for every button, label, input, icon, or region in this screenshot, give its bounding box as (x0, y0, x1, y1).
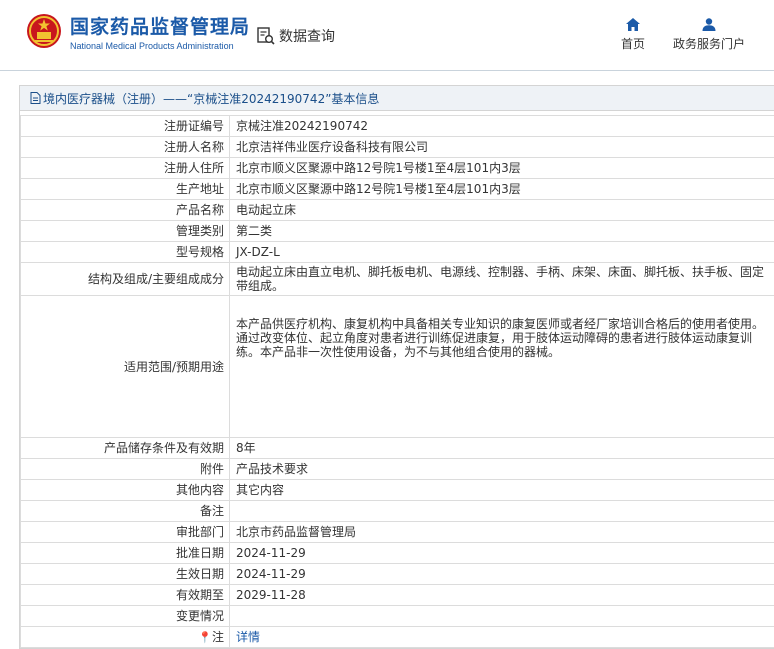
breadcrumb-text: 境内医疗器械（注册）——“京械注准20242190742”基本信息 (43, 90, 379, 107)
row-value: 北京洁祥伟业医疗设备科技有限公司 (230, 137, 774, 158)
table-row: 注册人名称北京洁祥伟业医疗设备科技有限公司 (21, 137, 774, 158)
brand[interactable]: 国家药品监督管理局 National Medical Products Admi… (70, 16, 250, 51)
brand-name-en: National Medical Products Administration (70, 41, 250, 51)
table-row: 生效日期2024-11-29 (21, 564, 774, 585)
row-label: 适用范围/预期用途 (21, 296, 230, 438)
data-query-link[interactable]: 数据查询 (257, 26, 335, 46)
note-label-cell: 📍注 (21, 627, 230, 648)
document-icon (30, 92, 41, 104)
table-row: 变更情况 (21, 606, 774, 627)
note-value-cell: 详情 (230, 627, 774, 648)
table-row: 注册人住所北京市顺义区聚源中路12号院1号楼1至4层101内3层 (21, 158, 774, 179)
row-value: 8年 (230, 438, 774, 459)
pin-icon: 📍 (198, 631, 212, 644)
table-row: 型号规格JX-DZ-L (21, 242, 774, 263)
table-row: 审批部门北京市药品监督管理局 (21, 522, 774, 543)
site-header: 国家药品监督管理局 National Medical Products Admi… (0, 0, 774, 71)
row-label: 型号规格 (21, 242, 230, 263)
row-value: 第二类 (230, 221, 774, 242)
table-row: 📍注 详情 (21, 627, 774, 648)
brand-name-cn: 国家药品监督管理局 (70, 16, 250, 38)
row-label: 产品名称 (21, 200, 230, 221)
table-row: 结构及组成/主要组成成分电动起立床由直立电机、脚托板电机、电源线、控制器、手柄、… (21, 263, 774, 296)
breadcrumb: 境内医疗器械（注册）——“京械注准20242190742”基本信息 (20, 86, 774, 111)
table-row: 产品名称电动起立床 (21, 200, 774, 221)
row-value (230, 501, 774, 522)
row-value: 北京市顺义区聚源中路12号院1号楼1至4层101内3层 (230, 158, 774, 179)
table-row: 有效期至2029-11-28 (21, 585, 774, 606)
details-link[interactable]: 详情 (236, 630, 260, 644)
row-label: 产品储存条件及有效期 (21, 438, 230, 459)
row-value: 电动起立床 (230, 200, 774, 221)
row-label: 批准日期 (21, 543, 230, 564)
row-value: 北京市顺义区聚源中路12号院1号楼1至4层101内3层 (230, 179, 774, 200)
row-value: 本产品供医疗机构、康复机构中具备相关专业知识的康复医师或者经厂家培训合格后的使用… (230, 296, 774, 438)
row-label: 生产地址 (21, 179, 230, 200)
national-emblem-icon (26, 13, 62, 49)
table-row: 附件产品技术要求 (21, 459, 774, 480)
table-row: 生产地址北京市顺义区聚源中路12号院1号楼1至4层101内3层 (21, 179, 774, 200)
row-value: 北京市药品监督管理局 (230, 522, 774, 543)
row-value: 产品技术要求 (230, 459, 774, 480)
table-row: 其他内容其它内容 (21, 480, 774, 501)
row-label: 变更情况 (21, 606, 230, 627)
search-document-icon (257, 27, 275, 45)
table-row: 注册证编号京械注准20242190742 (21, 116, 774, 137)
row-value: JX-DZ-L (230, 242, 774, 263)
table-row: 产品储存条件及有效期8年 (21, 438, 774, 459)
row-value: 其它内容 (230, 480, 774, 501)
row-label: 注册证编号 (21, 116, 230, 137)
row-label: 有效期至 (21, 585, 230, 606)
nav-home[interactable]: 首页 (620, 18, 646, 52)
row-label: 审批部门 (21, 522, 230, 543)
table-row: 备注 (21, 501, 774, 522)
row-label: 注册人住所 (21, 158, 230, 179)
row-label: 附件 (21, 459, 230, 480)
table-row: 管理类别第二类 (21, 221, 774, 242)
row-value: 电动起立床由直立电机、脚托板电机、电源线、控制器、手柄、床架、床面、脚托板、扶手… (230, 263, 774, 296)
table-row: 适用范围/预期用途本产品供医疗机构、康复机构中具备相关专业知识的康复医师或者经厂… (21, 296, 774, 438)
row-label: 注册人名称 (21, 137, 230, 158)
row-label: 其他内容 (21, 480, 230, 501)
row-label: 备注 (21, 501, 230, 522)
info-table: 注册证编号京械注准20242190742 注册人名称北京洁祥伟业医疗设备科技有限… (20, 115, 774, 648)
row-label: 管理类别 (21, 221, 230, 242)
nav-service-portal[interactable]: 政务服务门户 (672, 18, 746, 52)
row-value: 京械注准20242190742 (230, 116, 774, 137)
row-value: 2029-11-28 (230, 585, 774, 606)
nav-service-label: 政务服务门户 (673, 37, 745, 51)
row-value: 2024-11-29 (230, 564, 774, 585)
row-value (230, 606, 774, 627)
home-icon (626, 18, 640, 31)
nav-home-label: 首页 (621, 37, 645, 51)
row-value: 2024-11-29 (230, 543, 774, 564)
row-label: 生效日期 (21, 564, 230, 585)
detail-panel: 境内医疗器械（注册）——“京械注准20242190742”基本信息 注册证编号京… (19, 85, 774, 649)
data-query-label: 数据查询 (279, 26, 335, 46)
table-row: 批准日期2024-11-29 (21, 543, 774, 564)
user-icon (702, 18, 716, 31)
row-label: 结构及组成/主要组成成分 (21, 263, 230, 296)
